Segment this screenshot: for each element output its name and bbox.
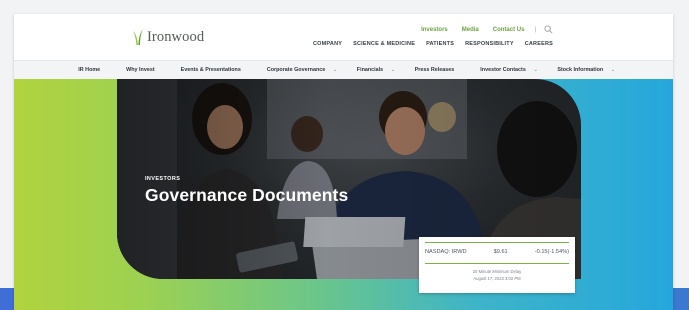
stock-timestamp: August 17, 2023 3:02 PM [473, 276, 521, 281]
investor-subnav: IR Home Why Invest Events & Presentation… [14, 60, 673, 80]
subnav-stock-information[interactable]: Stock Information ⌄ [551, 67, 615, 73]
main-nav-company[interactable]: COMPANY [313, 41, 342, 47]
subnav-ir-home[interactable]: IR Home [72, 67, 107, 73]
brand-name: Ironwood [147, 28, 205, 45]
utility-link-contact[interactable]: Contact Us [493, 27, 525, 33]
subnav-corporate-governance[interactable]: Corporate Governance ⌄ [260, 67, 337, 73]
chevron-down-icon: ⌄ [390, 67, 396, 73]
subnav-label: IR Home [78, 67, 101, 73]
subnav-label: Investor Contacts [480, 67, 526, 73]
utility-link-investors[interactable]: Investors [421, 27, 448, 33]
brand-logo[interactable]: Ironwood [130, 28, 204, 46]
chevron-down-icon: ⌄ [332, 67, 338, 73]
subnav-label: Events & Presentations [180, 67, 241, 73]
main-nav: COMPANY SCIENCE & MEDICINE PATIENTS RESP… [302, 41, 553, 47]
chevron-down-icon: ⌄ [610, 67, 616, 73]
main-nav-responsibility[interactable]: RESPONSIBILITY [465, 41, 514, 47]
main-nav-science[interactable]: SCIENCE & MEDICINE [353, 41, 415, 47]
subnav-why-invest[interactable]: Why Invest [120, 67, 161, 73]
search-icon[interactable] [544, 25, 553, 34]
subnav-financials[interactable]: Financials ⌄ [350, 67, 395, 73]
subnav-label: Why Invest [126, 67, 155, 73]
leaf-logo-icon [133, 29, 143, 45]
utility-separator: | [534, 26, 536, 33]
subnav-events[interactable]: Events & Presentations [174, 67, 247, 73]
stock-quote-row: NASDAQ: IRWD $9.61 -0.15(-1.54%) [425, 249, 569, 255]
divider [425, 242, 569, 243]
subnav-investor-contacts[interactable]: Investor Contacts ⌄ [474, 67, 538, 73]
main-nav-patients[interactable]: PATIENTS [426, 41, 454, 47]
browser-page: Ironwood Investors Media Contact Us | CO… [14, 14, 673, 310]
main-nav-careers[interactable]: CAREERS [525, 41, 553, 47]
stock-delay-note: 20 Minute Minimum Delay [472, 269, 522, 274]
hero-banner: INVESTORS Governance Documents NASDAQ: I… [14, 79, 673, 310]
page-title: Governance Documents [145, 185, 349, 205]
utility-nav: Investors Media Contact Us | [407, 25, 553, 34]
subnav-press-releases[interactable]: Press Releases [408, 67, 461, 73]
subnav-label: Stock Information [557, 67, 604, 73]
subnav-label: Corporate Governance [266, 67, 326, 73]
stock-price: $9.61 [493, 249, 508, 255]
stock-ticker: NASDAQ: IRWD [425, 249, 467, 255]
stock-change: -0.15(-1.54%) [534, 249, 569, 255]
subnav-label: Financials [356, 67, 384, 73]
site-header: Ironwood Investors Media Contact Us | CO… [14, 14, 673, 60]
stock-quote-widget: NASDAQ: IRWD $9.61 -0.15(-1.54%) 20 Minu… [419, 237, 575, 293]
subnav-label: Press Releases [414, 67, 455, 73]
chevron-down-icon: ⌄ [533, 67, 538, 73]
hero-eyebrow: INVESTORS [145, 176, 181, 182]
utility-link-media[interactable]: Media [462, 27, 479, 33]
divider [425, 263, 569, 264]
